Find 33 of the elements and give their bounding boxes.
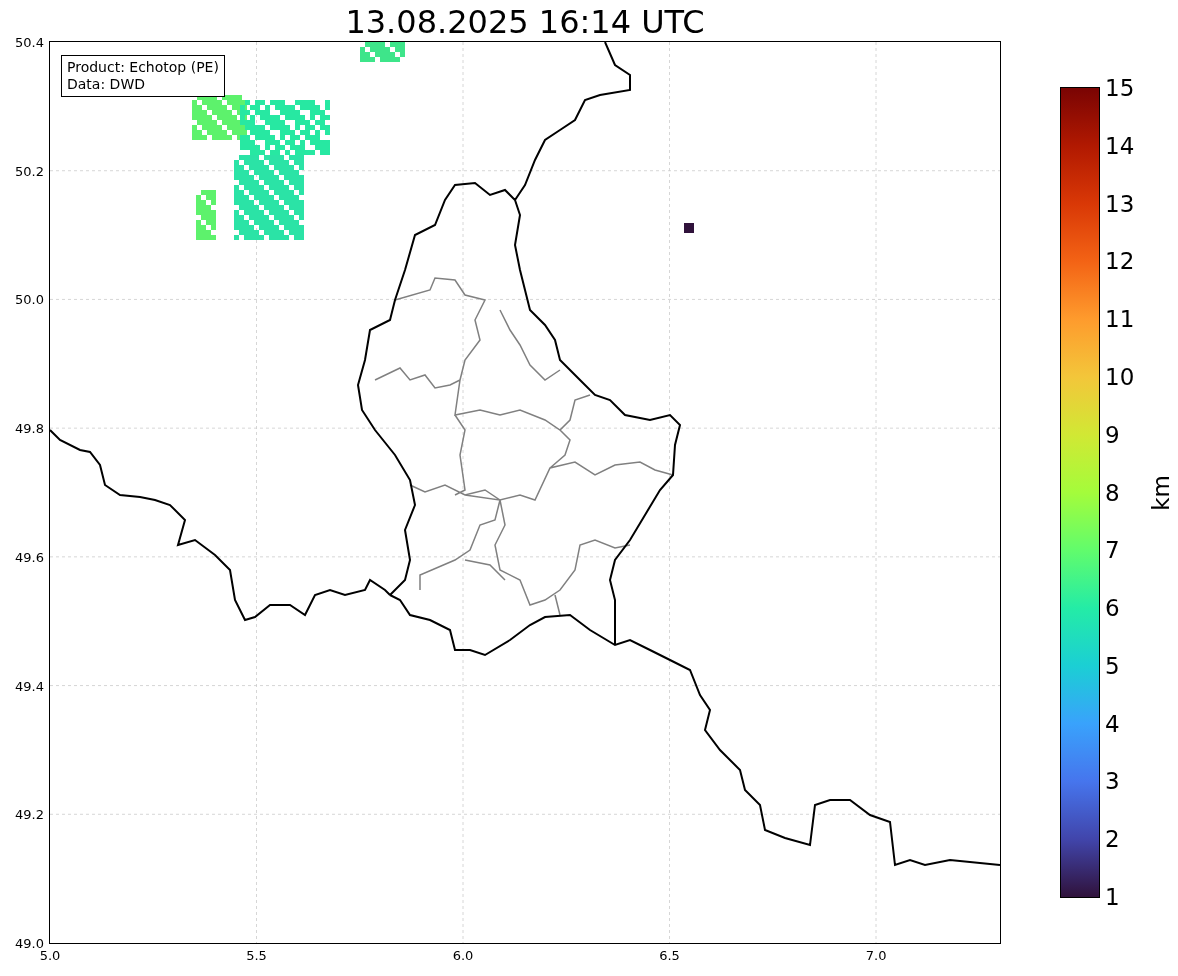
colorbar-label: 15 [1105,75,1135,101]
y-axis-label: 49.8 [15,420,44,436]
y-axis-label: 49.4 [15,678,44,694]
colorbar-label: 11 [1105,306,1135,333]
info-text: Product: Echotop (PE) [67,59,219,76]
colorbar-label: 7 [1105,537,1120,564]
colorbar-label: 9 [1105,421,1120,448]
colorbar-label: 1 [1105,884,1120,910]
colorbar-label: 5 [1105,652,1120,679]
chart-title: 13.08.2025 16:14 UTC [345,2,705,42]
y-axis-label: 49.2 [15,806,44,822]
colorbar-label: 10 [1105,363,1135,390]
info-text: Data: DWD [67,76,146,93]
colorbar-label: 14 [1105,132,1135,159]
colorbar-label: 6 [1105,595,1120,622]
colorbar-label: 3 [1105,768,1120,795]
colorbar-label: 8 [1105,479,1120,506]
y-axis-label: 50.4 [15,34,44,50]
colorbar-label: 2 [1105,826,1120,853]
colorbar-label: 4 [1105,710,1120,737]
y-axis-label: 49.0 [15,935,44,951]
colorbar-label: 12 [1105,248,1135,275]
x-axis-label: 6.5 [659,948,680,963]
y-axis-label: 50.0 [15,291,44,307]
radar-echo-drawing [684,223,694,233]
x-axis-label: 5.0 [39,948,61,963]
x-axis-label: 7.0 [865,948,887,963]
y-axis-label: 49.6 [15,549,44,565]
y-axis-label: 50.2 [15,163,44,179]
x-axis-label: 5.5 [246,948,267,963]
colorbar-label: 13 [1105,190,1135,217]
colorbar-title: km [1147,474,1174,511]
x-axis-label: 6.0 [452,948,474,963]
